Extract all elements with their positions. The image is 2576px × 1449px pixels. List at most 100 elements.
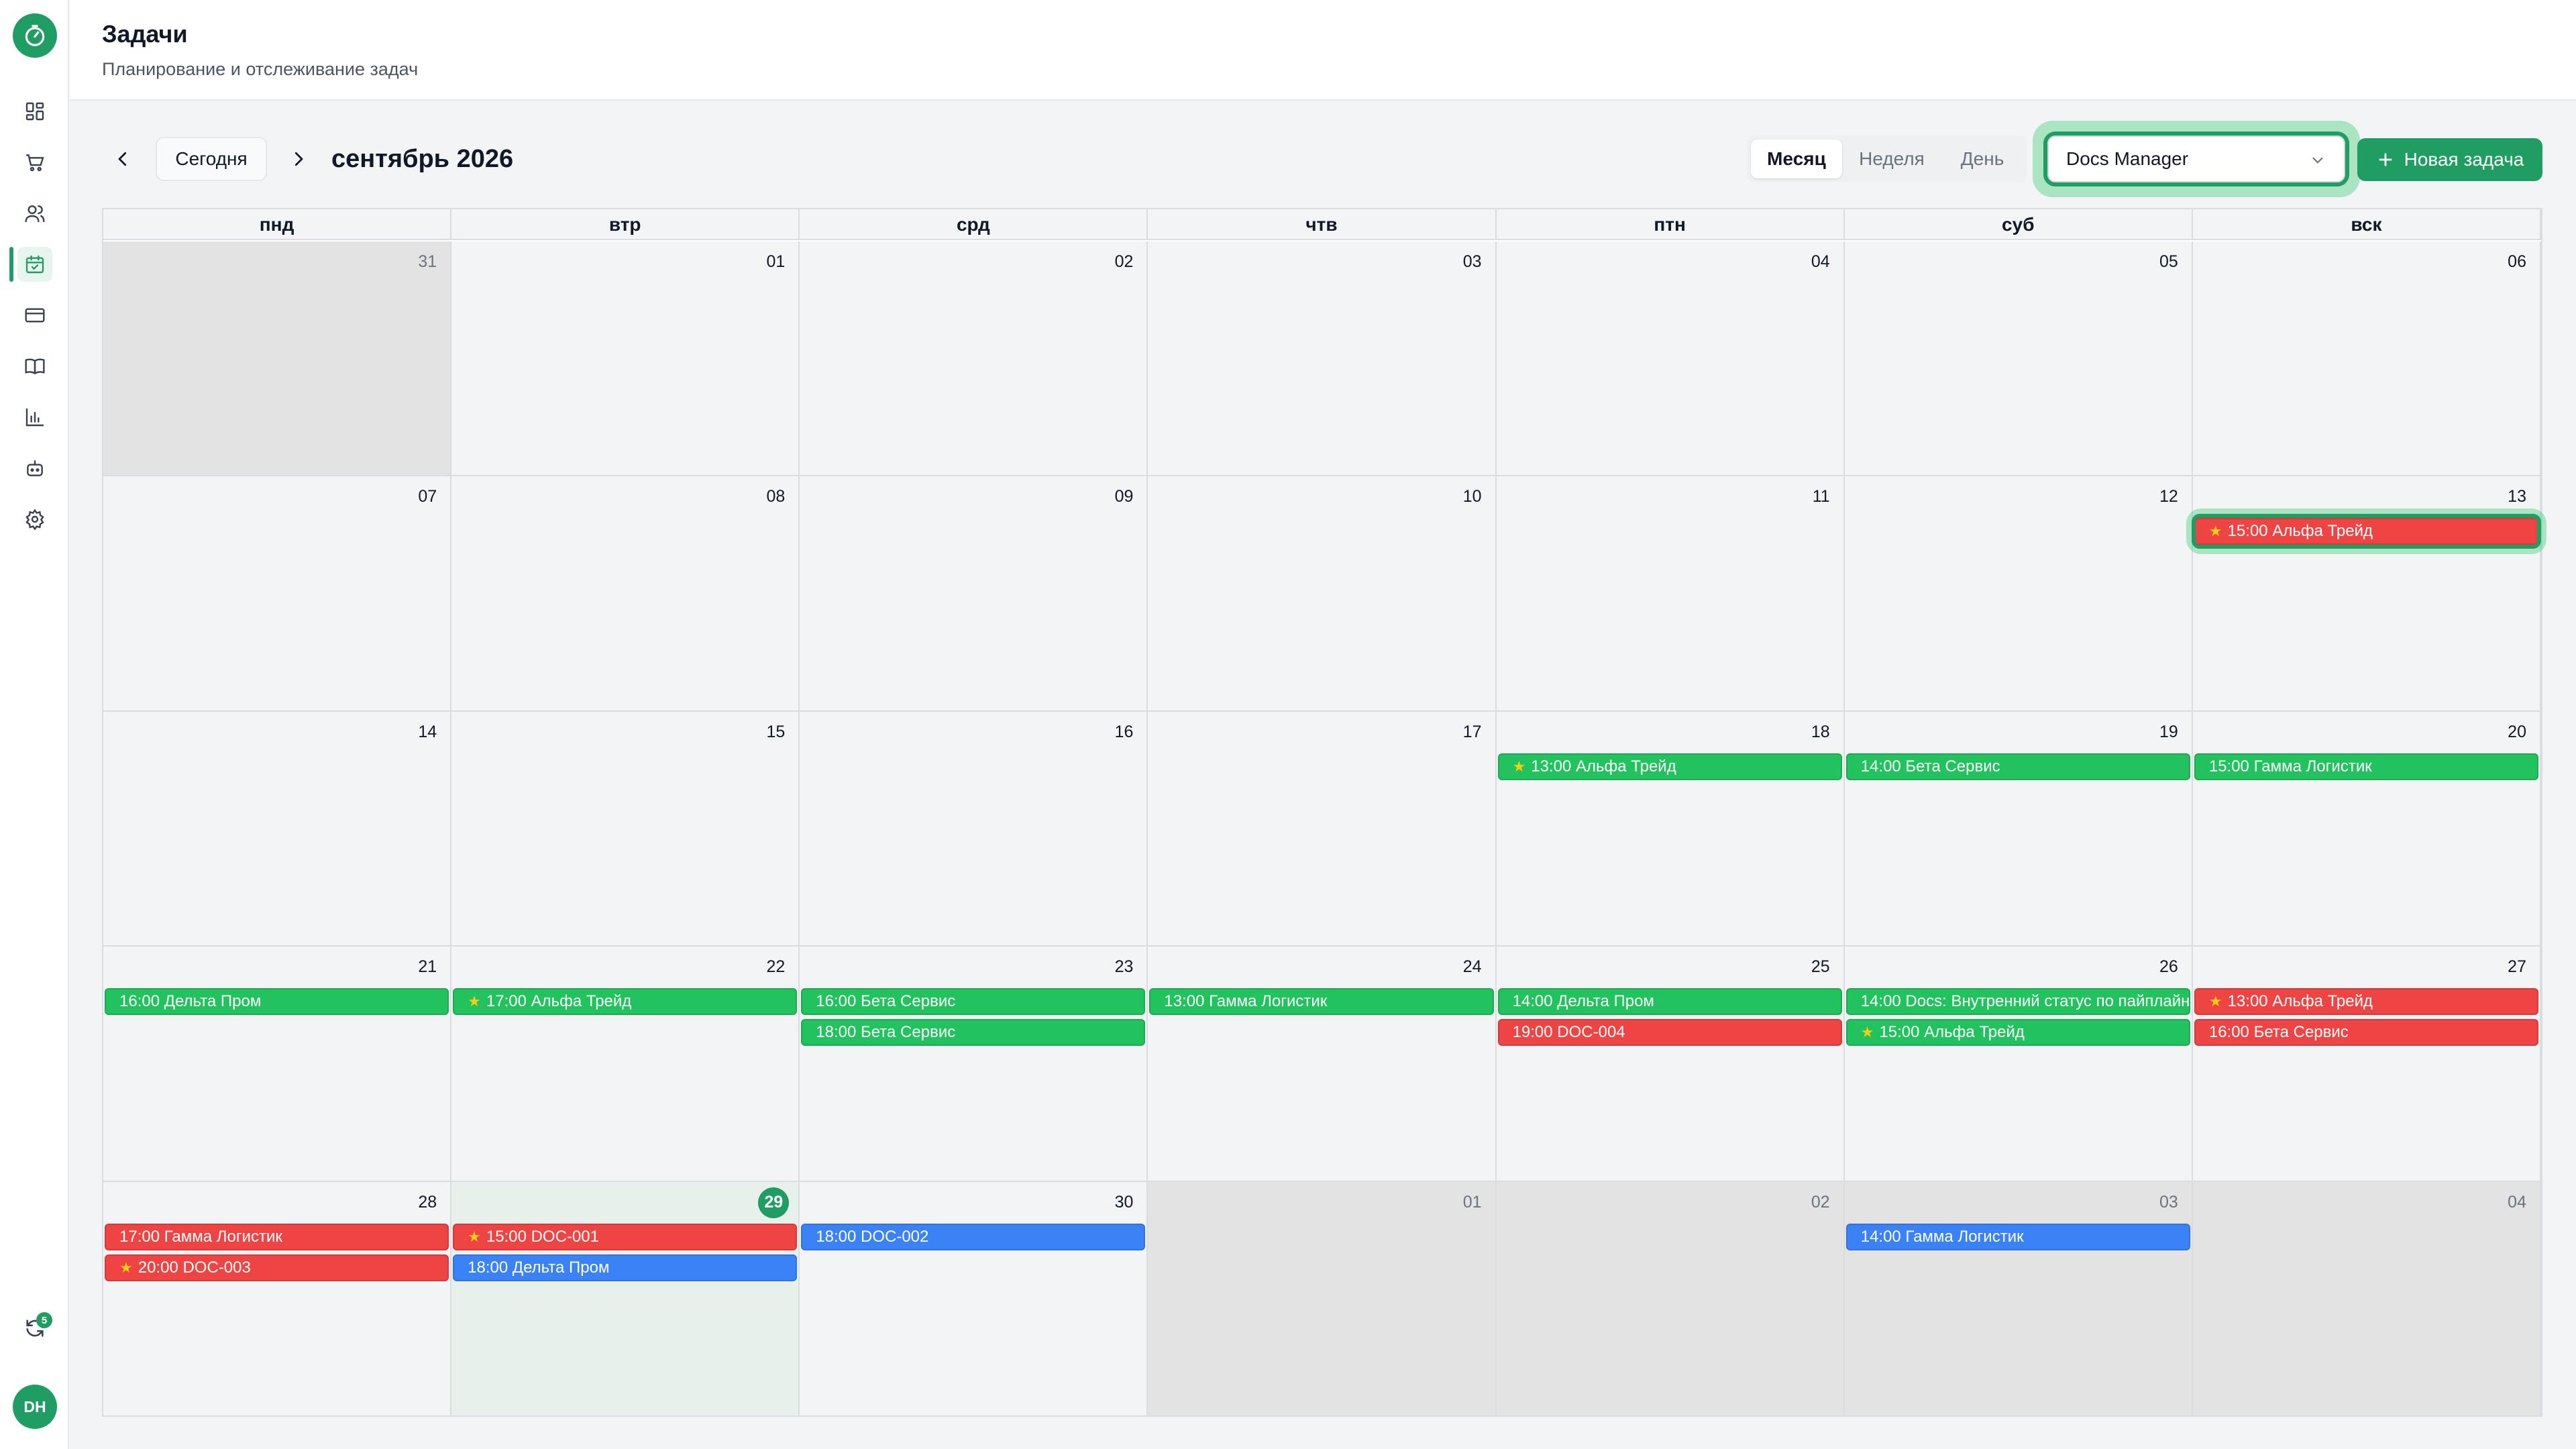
page-subtitle: Планирование и отслеживание задач bbox=[102, 59, 419, 79]
card-icon[interactable] bbox=[17, 298, 52, 333]
day-cell[interactable]: 06 bbox=[2192, 241, 2541, 477]
star-icon: ★ bbox=[1860, 1024, 1874, 1041]
day-cell[interactable]: 12 bbox=[1844, 476, 2193, 712]
event-label: 13:00 Альфа Трейд bbox=[1531, 757, 1676, 775]
day-cell[interactable]: 14 bbox=[103, 711, 452, 947]
calendar-event[interactable]: 18:00 Дельта Пром bbox=[453, 1254, 798, 1281]
dashboard-icon[interactable] bbox=[17, 94, 52, 129]
weekday-label: пнд bbox=[103, 209, 452, 240]
calendar-event[interactable]: 14:00 Дельта Пром bbox=[1497, 988, 1842, 1016]
day-cell[interactable]: 03 14:00 Гамма Логистик bbox=[1844, 1181, 2193, 1417]
day-cell[interactable]: 10 bbox=[1148, 476, 1497, 712]
calendar-event[interactable]: ★ 13:00 Альфа Трейд bbox=[2194, 988, 2538, 1016]
day-number: 10 bbox=[1462, 487, 1482, 506]
day-cell[interactable]: 24 13:00 Гамма Логистик bbox=[1148, 947, 1497, 1182]
timer-icon[interactable] bbox=[13, 13, 57, 58]
calendar-event[interactable]: ★ 15:00 Альфа Трейд bbox=[1845, 1019, 2190, 1046]
calendar-icon[interactable] bbox=[17, 247, 52, 282]
event-focus-ring bbox=[2191, 514, 2541, 549]
day-cell[interactable]: 04 bbox=[1496, 241, 1845, 477]
calendar-event[interactable]: 16:00 Бета Сервис bbox=[2194, 1019, 2538, 1046]
calendar-event[interactable]: ★ 13:00 Альфа Трейд bbox=[1497, 753, 1842, 780]
page-header: Задачи Планирование и отслеживание задач bbox=[70, 0, 2576, 101]
event-label: 13:00 Альфа Трейд bbox=[2227, 992, 2373, 1011]
day-cell[interactable]: 26 14:00 Docs: Внутренний статус по пайпл… bbox=[1844, 947, 2193, 1182]
day-cell[interactable]: 31 bbox=[103, 241, 452, 477]
star-icon: ★ bbox=[468, 1228, 481, 1245]
day-cell[interactable]: 23 16:00 Бета Сервис 18:00 Бета Сервис bbox=[800, 947, 1148, 1182]
day-cell[interactable]: 21 16:00 Дельта Пром bbox=[103, 947, 452, 1182]
page-title: Задачи bbox=[102, 20, 188, 48]
event-label: 13:00 Гамма Логистик bbox=[1164, 992, 1328, 1011]
day-cell[interactable]: 29 ★ 15:00 DOC-001 18:00 Дельта Пром bbox=[451, 1181, 800, 1417]
day-number: 11 bbox=[1812, 487, 1830, 506]
tab-week[interactable]: Неделя bbox=[1846, 140, 1937, 178]
manager-select[interactable]: Docs Manager bbox=[2047, 136, 2345, 182]
day-cell[interactable]: 30 18:00 DOC-002 bbox=[800, 1181, 1148, 1417]
day-cell[interactable]: 19 14:00 Бета Сервис bbox=[1844, 711, 2193, 947]
day-number: 09 bbox=[1114, 487, 1134, 506]
day-number: 08 bbox=[766, 487, 786, 506]
day-cell[interactable]: 09 bbox=[800, 476, 1148, 712]
day-cell[interactable]: 20 15:00 Гамма Логистик bbox=[2192, 711, 2541, 947]
today-button[interactable]: Сегодня bbox=[156, 137, 267, 181]
day-cell[interactable]: 07 bbox=[103, 476, 452, 712]
day-number: 01 bbox=[766, 252, 786, 271]
prev-month-button[interactable] bbox=[106, 142, 140, 176]
day-cell[interactable]: 18 ★ 13:00 Альфа Трейд bbox=[1496, 711, 1845, 947]
calendar-event[interactable]: 18:00 DOC-002 bbox=[801, 1223, 1146, 1250]
day-cell[interactable]: 01 bbox=[451, 241, 800, 477]
day-cell[interactable]: 17 bbox=[1148, 711, 1497, 947]
day-number: 02 bbox=[1811, 1192, 1830, 1212]
bot-icon[interactable] bbox=[17, 451, 52, 486]
day-number: 04 bbox=[1811, 252, 1830, 271]
book-icon[interactable] bbox=[17, 349, 52, 384]
calendar-event[interactable]: 14:00 Гамма Логистик bbox=[1845, 1223, 2190, 1250]
day-cell[interactable]: 13 ★ 15:00 Альфа Трейд bbox=[2186, 476, 2546, 712]
day-cell[interactable]: 05 bbox=[1844, 241, 2193, 477]
day-number: 31 bbox=[418, 252, 437, 271]
day-cell[interactable]: 16 bbox=[800, 711, 1148, 947]
day-cell[interactable]: 25 14:00 Дельта Пром 19:00 DOC-004 bbox=[1496, 947, 1845, 1182]
day-cell[interactable]: 08 bbox=[451, 476, 800, 712]
star-icon: ★ bbox=[468, 993, 481, 1010]
day-cell[interactable]: 28 17:00 Гамма Логистик ★ 20:00 DOC-003 bbox=[103, 1181, 452, 1417]
gear-icon[interactable] bbox=[17, 502, 52, 537]
weekday-label: суб bbox=[1845, 209, 2193, 240]
calendar-event[interactable]: 13:00 Гамма Логистик bbox=[1149, 988, 1494, 1016]
calendar-event[interactable]: 17:00 Гамма Логистик bbox=[105, 1223, 449, 1250]
calendar-event[interactable]: ★ 17:00 Альфа Трейд bbox=[453, 988, 798, 1016]
tab-month[interactable]: Месяц bbox=[1751, 140, 1842, 178]
day-cell[interactable]: 02 bbox=[1496, 1181, 1845, 1417]
day-cell[interactable]: 27 ★ 13:00 Альфа Трейд 16:00 Бета Сервис bbox=[2192, 947, 2541, 1182]
calendar-event[interactable]: 14:00 Бета Сервис bbox=[1845, 753, 2190, 780]
day-number: 13 bbox=[2508, 487, 2526, 506]
day-cell[interactable]: 11 bbox=[1496, 476, 1845, 712]
cart-icon[interactable] bbox=[17, 145, 52, 180]
day-number: 24 bbox=[1462, 957, 1482, 977]
day-cell[interactable]: 22 ★ 17:00 Альфа Трейд bbox=[451, 947, 800, 1182]
calendar-event[interactable]: ★ 20:00 DOC-003 bbox=[105, 1254, 449, 1281]
day-cell[interactable]: 01 bbox=[1148, 1181, 1497, 1417]
day-cell[interactable]: 15 bbox=[451, 711, 800, 947]
users-icon[interactable] bbox=[17, 196, 52, 231]
calendar-event[interactable]: 18:00 Бета Сервис bbox=[801, 1019, 1146, 1046]
tab-day[interactable]: День bbox=[1941, 140, 2023, 178]
event-label: 17:00 Гамма Логистик bbox=[119, 1227, 282, 1246]
chart-icon[interactable] bbox=[17, 400, 52, 435]
calendar-event[interactable]: 16:00 Дельта Пром bbox=[105, 988, 449, 1016]
day-number: 23 bbox=[1114, 957, 1134, 977]
day-cell[interactable]: 04 bbox=[2192, 1181, 2541, 1417]
day-cell[interactable]: 02 bbox=[800, 241, 1148, 477]
new-task-button[interactable]: Новая задача bbox=[2357, 138, 2542, 181]
calendar-event[interactable]: 15:00 Гамма Логистик bbox=[2194, 753, 2538, 780]
day-cell[interactable]: 03 bbox=[1148, 241, 1497, 477]
event-label: 15:00 Гамма Логистик bbox=[2208, 757, 2372, 775]
calendar-event[interactable]: ★ 15:00 DOC-001 bbox=[453, 1223, 798, 1250]
plus-icon bbox=[2379, 153, 2392, 166]
calendar-event[interactable]: 14:00 Docs: Внутренний статус по пайплай… bbox=[1845, 988, 2190, 1016]
calendar-event[interactable]: 19:00 DOC-004 bbox=[1497, 1019, 1842, 1046]
next-month-button[interactable] bbox=[282, 142, 315, 176]
avatar[interactable]: DH bbox=[13, 1385, 57, 1429]
calendar-event[interactable]: 16:00 Бета Сервис bbox=[801, 988, 1146, 1016]
